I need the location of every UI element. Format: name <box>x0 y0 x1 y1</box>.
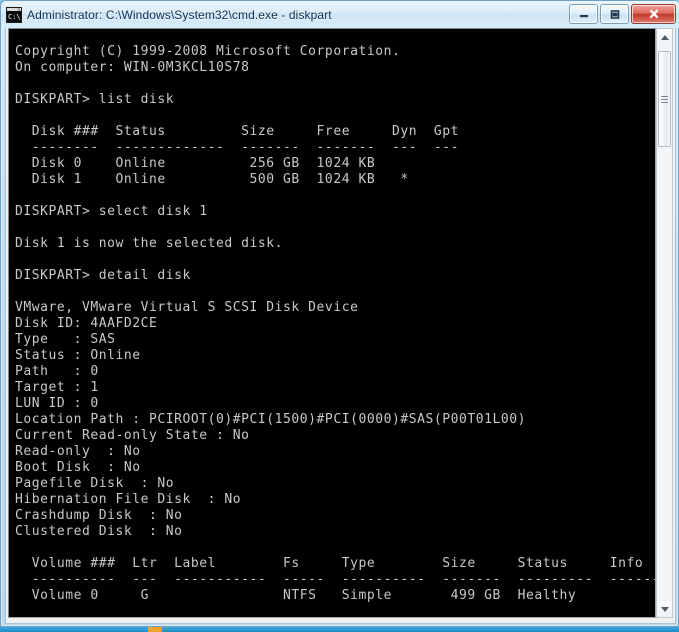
console-line: -------- ------------- ------- ------- -… <box>15 140 459 155</box>
taskbar-active-item[interactable] <box>148 627 162 632</box>
close-icon <box>649 9 658 19</box>
console-line: Disk 1 Online 500 GB 1024 KB * <box>15 172 409 187</box>
console-line: Boot Disk : No <box>15 460 141 475</box>
console-line: Type : SAS <box>15 332 116 347</box>
console-line: Target : 1 <box>15 380 99 395</box>
console-line: Clustered Disk : No <box>15 524 183 539</box>
title-bar[interactable]: C:\ Administrator: C:\Windows\System32\c… <box>1 1 679 28</box>
scroll-up-arrow-icon <box>660 34 669 40</box>
console-line: DISKPART> list disk <box>15 92 175 107</box>
console-line: Crashdump Disk : No <box>15 508 183 523</box>
console-line: Copyright (C) 1999-2008 Microsoft Corpor… <box>15 44 401 59</box>
vertical-scrollbar[interactable] <box>656 28 673 618</box>
console-line: Read-only : No <box>15 444 141 459</box>
scroll-up-arrow-button[interactable] <box>657 29 672 45</box>
minimize-button[interactable] <box>569 4 598 24</box>
minimize-icon <box>579 15 588 18</box>
taskbar <box>0 627 679 632</box>
console-line: Pagefile Disk : No <box>15 476 175 491</box>
console-line: VMware, VMware Virtual S SCSI Disk Devic… <box>15 300 359 315</box>
console-line: DISKPART> select disk 1 <box>15 204 208 219</box>
cmd-console-icon: C:\ <box>6 7 22 23</box>
scroll-down-arrow-button[interactable] <box>657 601 672 617</box>
scroll-down-arrow-icon <box>660 606 669 612</box>
console-line: Location Path : PCIROOT(0)#PCI(1500)#PCI… <box>15 412 526 427</box>
console-line: Status : Online <box>15 348 141 363</box>
console-window: C:\ Administrator: C:\Windows\System32\c… <box>0 0 679 627</box>
console-line: Disk ID: 4AAFD2CE <box>15 316 158 331</box>
console-line: DISKPART> detail disk <box>15 268 191 283</box>
window-controls <box>569 4 676 24</box>
console-client-area: Copyright (C) 1999-2008 Microsoft Corpor… <box>5 28 676 624</box>
maximize-icon <box>610 9 619 19</box>
scrollbar-grip-icon <box>661 95 668 103</box>
scrollbar-thumb[interactable] <box>658 51 671 147</box>
svg-text:C:\: C:\ <box>8 13 21 21</box>
console-line: Disk ### Status Size Free Dyn Gpt <box>15 124 459 139</box>
console-line: On computer: WIN-0M3KCL10S78 <box>15 60 250 75</box>
console-line: Current Read-only State : No <box>15 428 250 443</box>
close-button[interactable] <box>631 4 676 24</box>
console-line: Path : 0 <box>15 364 99 379</box>
console-line: Hibernation File Disk : No <box>15 492 242 507</box>
console-line: Disk 1 is now the selected disk. <box>15 236 284 251</box>
console-line: LUN ID : 0 <box>15 396 99 411</box>
window-title: Administrator: C:\Windows\System32\cmd.e… <box>27 7 332 22</box>
console-line: Volume 0 G NTFS Simple 499 GB Healthy <box>15 588 577 603</box>
console-text: Copyright (C) 1999-2008 Microsoft Corpor… <box>15 44 656 617</box>
maximize-button[interactable] <box>600 4 629 24</box>
console-line: Volume ### Ltr Label Fs Type Size Status… <box>15 556 644 571</box>
console-line: ---------- --- ----------- ----- -------… <box>15 572 656 587</box>
console-line: Disk 0 Online 256 GB 1024 KB <box>15 156 376 171</box>
console-output-pane[interactable]: Copyright (C) 1999-2008 Microsoft Corpor… <box>8 28 656 618</box>
